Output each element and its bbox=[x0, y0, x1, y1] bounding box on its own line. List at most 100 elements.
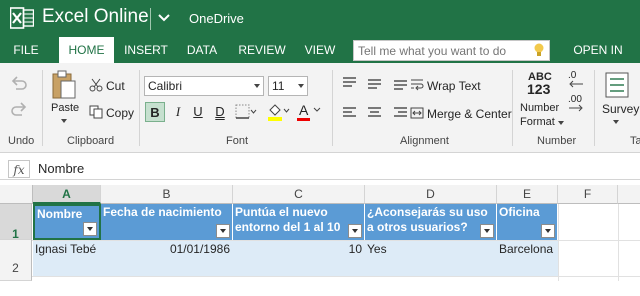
table-header-cell[interactable]: ¿Aconsejarás su uso a otros usuarios? bbox=[365, 204, 497, 240]
font-color-button[interactable]: A bbox=[296, 102, 322, 122]
paste-icon[interactable] bbox=[51, 70, 77, 100]
row-header-2[interactable]: 2 bbox=[0, 240, 32, 281]
copy-icon bbox=[89, 105, 103, 119]
header-cell-text: Puntúa el nuevo entorno del 1 al 10 bbox=[235, 205, 341, 234]
filter-dropdown-icon[interactable] bbox=[541, 224, 555, 238]
undo-icon[interactable] bbox=[10, 75, 28, 91]
survey-dropdown-icon[interactable] bbox=[613, 120, 619, 124]
bold-button[interactable]: B bbox=[145, 102, 165, 122]
column-header-g-partial[interactable] bbox=[618, 185, 640, 204]
fill-color-icon[interactable] bbox=[266, 102, 290, 122]
survey-icon[interactable] bbox=[604, 72, 632, 98]
row-header-1[interactable]: 1 bbox=[0, 204, 32, 241]
num123-label: 123 bbox=[527, 81, 551, 97]
font-size-select[interactable]: 11 bbox=[268, 76, 308, 96]
merge-center-button[interactable]: Merge & Center bbox=[427, 107, 512, 121]
table-cell[interactable]: Ignasi Tebé bbox=[33, 240, 101, 276]
excel-logo-icon bbox=[10, 7, 34, 29]
survey-button[interactable]: Survey bbox=[602, 102, 639, 116]
table-cell[interactable]: 01/01/1986 bbox=[101, 240, 233, 276]
underline-button[interactable]: U bbox=[188, 102, 208, 122]
chevron-down-icon bbox=[313, 107, 321, 112]
tab-view[interactable]: VIEW bbox=[298, 37, 342, 63]
gridline bbox=[558, 204, 559, 281]
tab-data[interactable]: DATA bbox=[178, 37, 226, 63]
column-header-c[interactable]: C bbox=[233, 185, 365, 204]
select-all-corner[interactable] bbox=[0, 185, 33, 204]
group-label-tables: Ta bbox=[630, 135, 640, 147]
insert-function-button[interactable]: fx bbox=[8, 160, 30, 178]
chevron-down-icon[interactable] bbox=[156, 9, 172, 27]
header-cell-text: ¿Aconsejarás su uso a otros usuarios? bbox=[367, 205, 488, 234]
open-in-excel-button[interactable]: OPEN IN EXCEL bbox=[556, 37, 640, 83]
header-cell-text: Oficina bbox=[499, 205, 540, 219]
right-arrow-icon bbox=[569, 104, 583, 112]
onedrive-link[interactable]: OneDrive bbox=[189, 11, 244, 26]
tab-insert[interactable]: INSERT bbox=[118, 37, 174, 63]
number-format-label[interactable]: Number bbox=[520, 102, 559, 114]
tab-home[interactable]: HOME bbox=[59, 37, 114, 63]
font-name-value: Calibri bbox=[148, 79, 183, 93]
group-label-undo: Undo bbox=[8, 135, 35, 147]
paste-dropdown-icon[interactable] bbox=[61, 119, 67, 123]
vertical-align-icons[interactable] bbox=[342, 76, 408, 90]
column-header-f[interactable]: F bbox=[558, 185, 618, 204]
horizontal-align-icons[interactable] bbox=[342, 107, 408, 119]
column-header-b[interactable]: B bbox=[101, 185, 233, 204]
table-header-cell[interactable]: Oficina bbox=[497, 204, 558, 240]
tab-review[interactable]: REVIEW bbox=[233, 37, 291, 63]
double-underline-button[interactable]: D bbox=[210, 102, 230, 122]
filter-dropdown-icon[interactable] bbox=[480, 224, 494, 238]
tab-file[interactable]: FILE bbox=[0, 37, 52, 63]
table-cell[interactable]: Yes bbox=[365, 240, 497, 276]
left-arrow-icon bbox=[569, 80, 583, 88]
chevron-down-icon bbox=[254, 84, 260, 88]
group-divider bbox=[139, 70, 140, 146]
column-header-e[interactable]: E bbox=[497, 185, 558, 204]
table-cell[interactable]: 10 bbox=[233, 240, 365, 276]
app-title: Excel Online bbox=[42, 6, 149, 27]
table-header-cell[interactable]: Nombre bbox=[33, 204, 101, 240]
group-divider bbox=[512, 70, 513, 146]
font-size-value: 11 bbox=[272, 79, 285, 93]
font-color-swatch bbox=[297, 118, 310, 121]
chevron-down-icon bbox=[298, 84, 304, 88]
borders-icon[interactable] bbox=[235, 104, 257, 120]
titlebar-divider bbox=[150, 8, 151, 30]
number-format-label-2[interactable]: Format bbox=[520, 116, 555, 128]
tell-me-input[interactable] bbox=[358, 43, 528, 58]
lightbulb-icon bbox=[534, 43, 544, 56]
table-header-cell[interactable]: Puntúa el nuevo entorno del 1 al 10 bbox=[233, 204, 365, 240]
group-divider bbox=[42, 70, 43, 146]
redo-icon[interactable] bbox=[10, 101, 28, 117]
number-format-dropdown-icon[interactable] bbox=[558, 121, 564, 125]
header-cell-text: Fecha de nacimiento bbox=[103, 205, 222, 219]
group-divider bbox=[594, 70, 595, 146]
filter-dropdown-icon[interactable] bbox=[216, 224, 230, 238]
column-header-a[interactable]: A bbox=[33, 185, 101, 204]
wrap-text-button[interactable]: Wrap Text bbox=[427, 79, 481, 93]
header-cell-text: Nombre bbox=[37, 207, 83, 221]
filter-dropdown-icon[interactable] bbox=[348, 224, 362, 238]
gridline bbox=[32, 276, 640, 277]
cut-button[interactable]: Cut bbox=[106, 79, 125, 93]
group-label-font: Font bbox=[226, 135, 249, 147]
column-header-d[interactable]: D bbox=[365, 185, 497, 204]
tell-me-box[interactable] bbox=[353, 40, 550, 61]
paste-button[interactable]: Paste bbox=[51, 102, 79, 114]
number-format-icon[interactable]: ABC 123 bbox=[524, 71, 558, 99]
scissors-icon bbox=[89, 78, 103, 92]
copy-button[interactable]: Copy bbox=[106, 106, 134, 120]
merge-center-icon bbox=[410, 107, 424, 119]
table-cell[interactable]: Barcelona bbox=[497, 240, 558, 276]
font-color-letter: A bbox=[299, 102, 309, 118]
formula-input[interactable]: Nombre bbox=[38, 161, 84, 176]
gridline bbox=[32, 240, 640, 241]
italic-button[interactable]: I bbox=[168, 102, 188, 122]
table-header-cell[interactable]: Fecha de nacimiento bbox=[101, 204, 233, 240]
font-name-select[interactable]: Calibri bbox=[144, 76, 264, 96]
wrap-text-icon bbox=[411, 79, 424, 91]
formula-bar bbox=[0, 158, 640, 180]
filter-dropdown-icon[interactable] bbox=[83, 222, 97, 236]
title-bar: Excel Online OneDrive bbox=[0, 0, 640, 37]
